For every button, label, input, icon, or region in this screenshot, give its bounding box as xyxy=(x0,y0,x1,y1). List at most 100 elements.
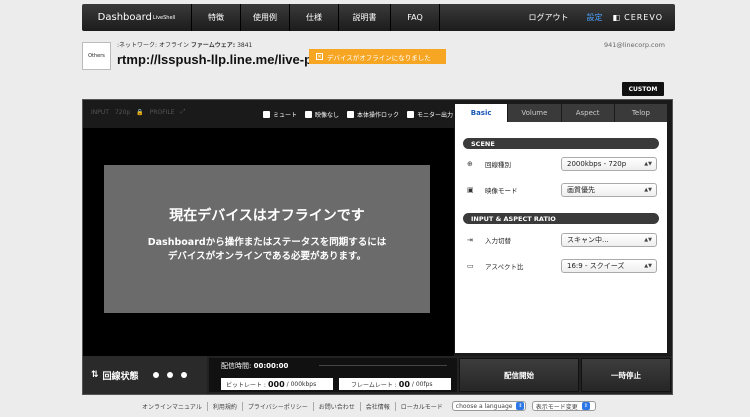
toggle-mute[interactable]: ミュート xyxy=(263,110,297,119)
start-stream-button[interactable]: 配信開始 xyxy=(459,358,579,392)
footer-link-terms[interactable]: 利用規約 xyxy=(208,401,243,411)
dashboard-brand[interactable]: Dashboard LiveShell xyxy=(82,4,192,31)
checkbox[interactable] xyxy=(305,111,312,118)
settings-panel: Basic Volume Aspect Telop SCENE ⊕ 回線種別 2… xyxy=(455,104,667,353)
line-type-select[interactable]: 2000kbps - 720p ▲▼ xyxy=(561,156,657,171)
stream-stats: 配信時間: 00:00:00 ビットレート : 000 / 000kbps フレ… xyxy=(209,358,457,392)
brand-label: Dashboard xyxy=(97,12,152,23)
row-label: アスペクト比 xyxy=(485,262,524,271)
row-label: 入力切替 xyxy=(485,236,511,245)
footer-link-privacy[interactable]: プライバシーポリシー xyxy=(243,401,314,411)
fps-readout: フレームレート : 00 / 00fps xyxy=(339,378,451,390)
time-label: 配信時間: xyxy=(221,362,252,370)
signal-dots xyxy=(152,372,187,378)
top-nav: Dashboard LiveShell 特徴 使用例 仕様 説明書 FAQ ログア… xyxy=(82,4,675,31)
updown-icon: ▲▼ xyxy=(644,236,652,243)
fps-label: フレームレート : xyxy=(351,381,397,389)
lock-icon: 🔒 xyxy=(136,108,144,116)
select-value: 画質優先 xyxy=(567,185,595,194)
bitrate-label: ビットレート : xyxy=(226,381,266,389)
section-input-aspect: INPUT & ASPECT RATIO xyxy=(463,213,659,224)
logout-link[interactable]: ログアウト xyxy=(529,12,569,23)
toggle-no-video[interactable]: 映像なし xyxy=(305,110,339,119)
select-value: スキャン中... xyxy=(567,235,609,244)
offline-badge-text: デバイスがオフラインになりました xyxy=(327,53,431,62)
nav-item-specs[interactable]: 仕様 xyxy=(290,4,339,31)
pause-button[interactable]: 一時停止 xyxy=(581,358,671,392)
tab-telop[interactable]: Telop xyxy=(613,104,667,122)
stream-time: 配信時間: 00:00:00 xyxy=(221,361,288,371)
video-mode-select[interactable]: 画質優先 ▲▼ xyxy=(561,182,657,197)
video-preview: 現在デバイスはオフラインです Dashboardから操作またはステータスを同期す… xyxy=(83,128,454,356)
settings-tabs: Basic Volume Aspect Telop xyxy=(455,104,667,122)
offline-title: 現在デバイスはオフラインです xyxy=(169,208,365,224)
network-value: オフライン xyxy=(158,42,189,49)
updown-icon: ▲▼ xyxy=(644,160,652,167)
cerevo-logo-text: CEREVO xyxy=(624,13,663,22)
firmware-value: 3841 xyxy=(237,42,253,49)
row-input-switch: ⇥ 入力切替 スキャン中... ▲▼ xyxy=(467,232,657,247)
updown-icon: ⇕ xyxy=(581,402,590,410)
checkbox[interactable] xyxy=(263,111,270,118)
custom-button[interactable]: CUSTOM xyxy=(622,82,664,96)
nav-item-usecases[interactable]: 使用例 xyxy=(241,4,290,31)
nav-item-features[interactable]: 特徴 xyxy=(192,4,241,31)
user-email: 941@linecorp.com xyxy=(604,41,665,49)
time-value: 00:00:00 xyxy=(253,362,289,370)
settings-link[interactable]: 設定 xyxy=(587,12,603,23)
fps-value: 00 xyxy=(398,379,410,389)
offline-line2: デバイスがオンラインである必要があります。 xyxy=(167,251,367,262)
input-plug-icon: ⇥ xyxy=(467,235,473,244)
bitrate-readout: ビットレート : 000 / 000kbps xyxy=(221,378,333,390)
fps-unit: / 00fps xyxy=(411,380,433,388)
nav-item-faq[interactable]: FAQ xyxy=(391,4,440,31)
display-mode-select[interactable]: 表示モード変更 ⇕ xyxy=(531,401,596,411)
control-panel: INPUT 720p 🔒 PROFILE ⤢ ミュート 映像なし 本体操作ロック… xyxy=(82,99,673,395)
footer-link-contact[interactable]: お問い合わせ xyxy=(314,401,361,411)
toggle-label: ミュート xyxy=(273,112,298,119)
network-label: :ネットワーク: xyxy=(117,42,158,49)
preview-toolbar: INPUT 720p 🔒 PROFILE ⤢ ミュート 映像なし 本体操作ロック… xyxy=(83,100,453,128)
checkbox[interactable] xyxy=(347,111,354,118)
offline-line1: Dashboardから操作またはステータスを同期するには xyxy=(147,237,387,248)
cerevo-logo: ◧ CEREVO xyxy=(613,13,663,22)
row-line-type: ⊕ 回線種別 2000kbps - 720p ▲▼ xyxy=(467,156,657,171)
device-meta: :ネットワーク: オフライン ファームウェア: 3841 xyxy=(117,40,252,49)
row-label: 映像モード xyxy=(485,186,518,195)
globe-icon: ⊕ xyxy=(467,159,473,168)
footer-link-manual[interactable]: オンラインマニュアル xyxy=(137,401,208,411)
toggle-label: 本体操作ロック xyxy=(357,112,400,119)
firmware-label: ファームウェア: xyxy=(190,42,236,49)
input-icon: INPUT xyxy=(91,108,109,116)
image-icon: ▣ xyxy=(467,185,474,194)
close-icon[interactable]: ✕ xyxy=(316,53,323,60)
bottom-bar: ⇅ 回線状態 配信時間: 00:00:00 ビットレート : 000 / 000… xyxy=(83,356,672,394)
toggle-label: 映像なし xyxy=(315,112,340,119)
line-status: ⇅ 回線状態 xyxy=(83,356,207,394)
row-label: 回線種別 xyxy=(485,160,511,169)
device-type-box[interactable]: Others xyxy=(82,42,111,70)
footer-link-company[interactable]: 会社情報 xyxy=(361,401,396,411)
stream-url: rtmp://lsspush-llp.line.me/live-p xyxy=(117,52,313,67)
select-value: 16:9 - スクイーズ xyxy=(567,261,625,270)
select-value: 2000kbps - 720p xyxy=(567,159,627,168)
checkbox[interactable] xyxy=(407,111,414,118)
tab-volume[interactable]: Volume xyxy=(507,104,561,122)
input-switch-select[interactable]: スキャン中... ▲▼ xyxy=(561,232,657,247)
aspect-ratio-select[interactable]: 16:9 - スクイーズ ▲▼ xyxy=(561,258,657,273)
toggle-monitor-output[interactable]: モニター出力 xyxy=(407,110,453,119)
brand-sup: LiveShell xyxy=(152,14,176,21)
footer-link-local-mode[interactable]: ローカルモード xyxy=(396,402,448,411)
toggle-device-lock[interactable]: 本体操作ロック xyxy=(347,110,399,119)
line-status-label: 回線状態 xyxy=(102,371,139,382)
offline-message: 現在デバイスはオフラインです Dashboardから操作またはステータスを同期す… xyxy=(104,165,430,313)
language-select[interactable]: choose a language ⇕ xyxy=(451,401,526,411)
aspect-icon: ▭ xyxy=(467,261,474,270)
tab-aspect[interactable]: Aspect xyxy=(560,104,614,122)
updown-icon: ▲▼ xyxy=(644,186,652,193)
row-aspect-ratio: ▭ アスペクト比 16:9 - スクイーズ ▲▼ xyxy=(467,258,657,273)
bitrate-value: 000 xyxy=(267,379,285,389)
nav-item-manual[interactable]: 説明書 xyxy=(339,4,391,31)
updown-icon: ▲▼ xyxy=(644,262,652,269)
tab-basic[interactable]: Basic xyxy=(455,104,508,122)
